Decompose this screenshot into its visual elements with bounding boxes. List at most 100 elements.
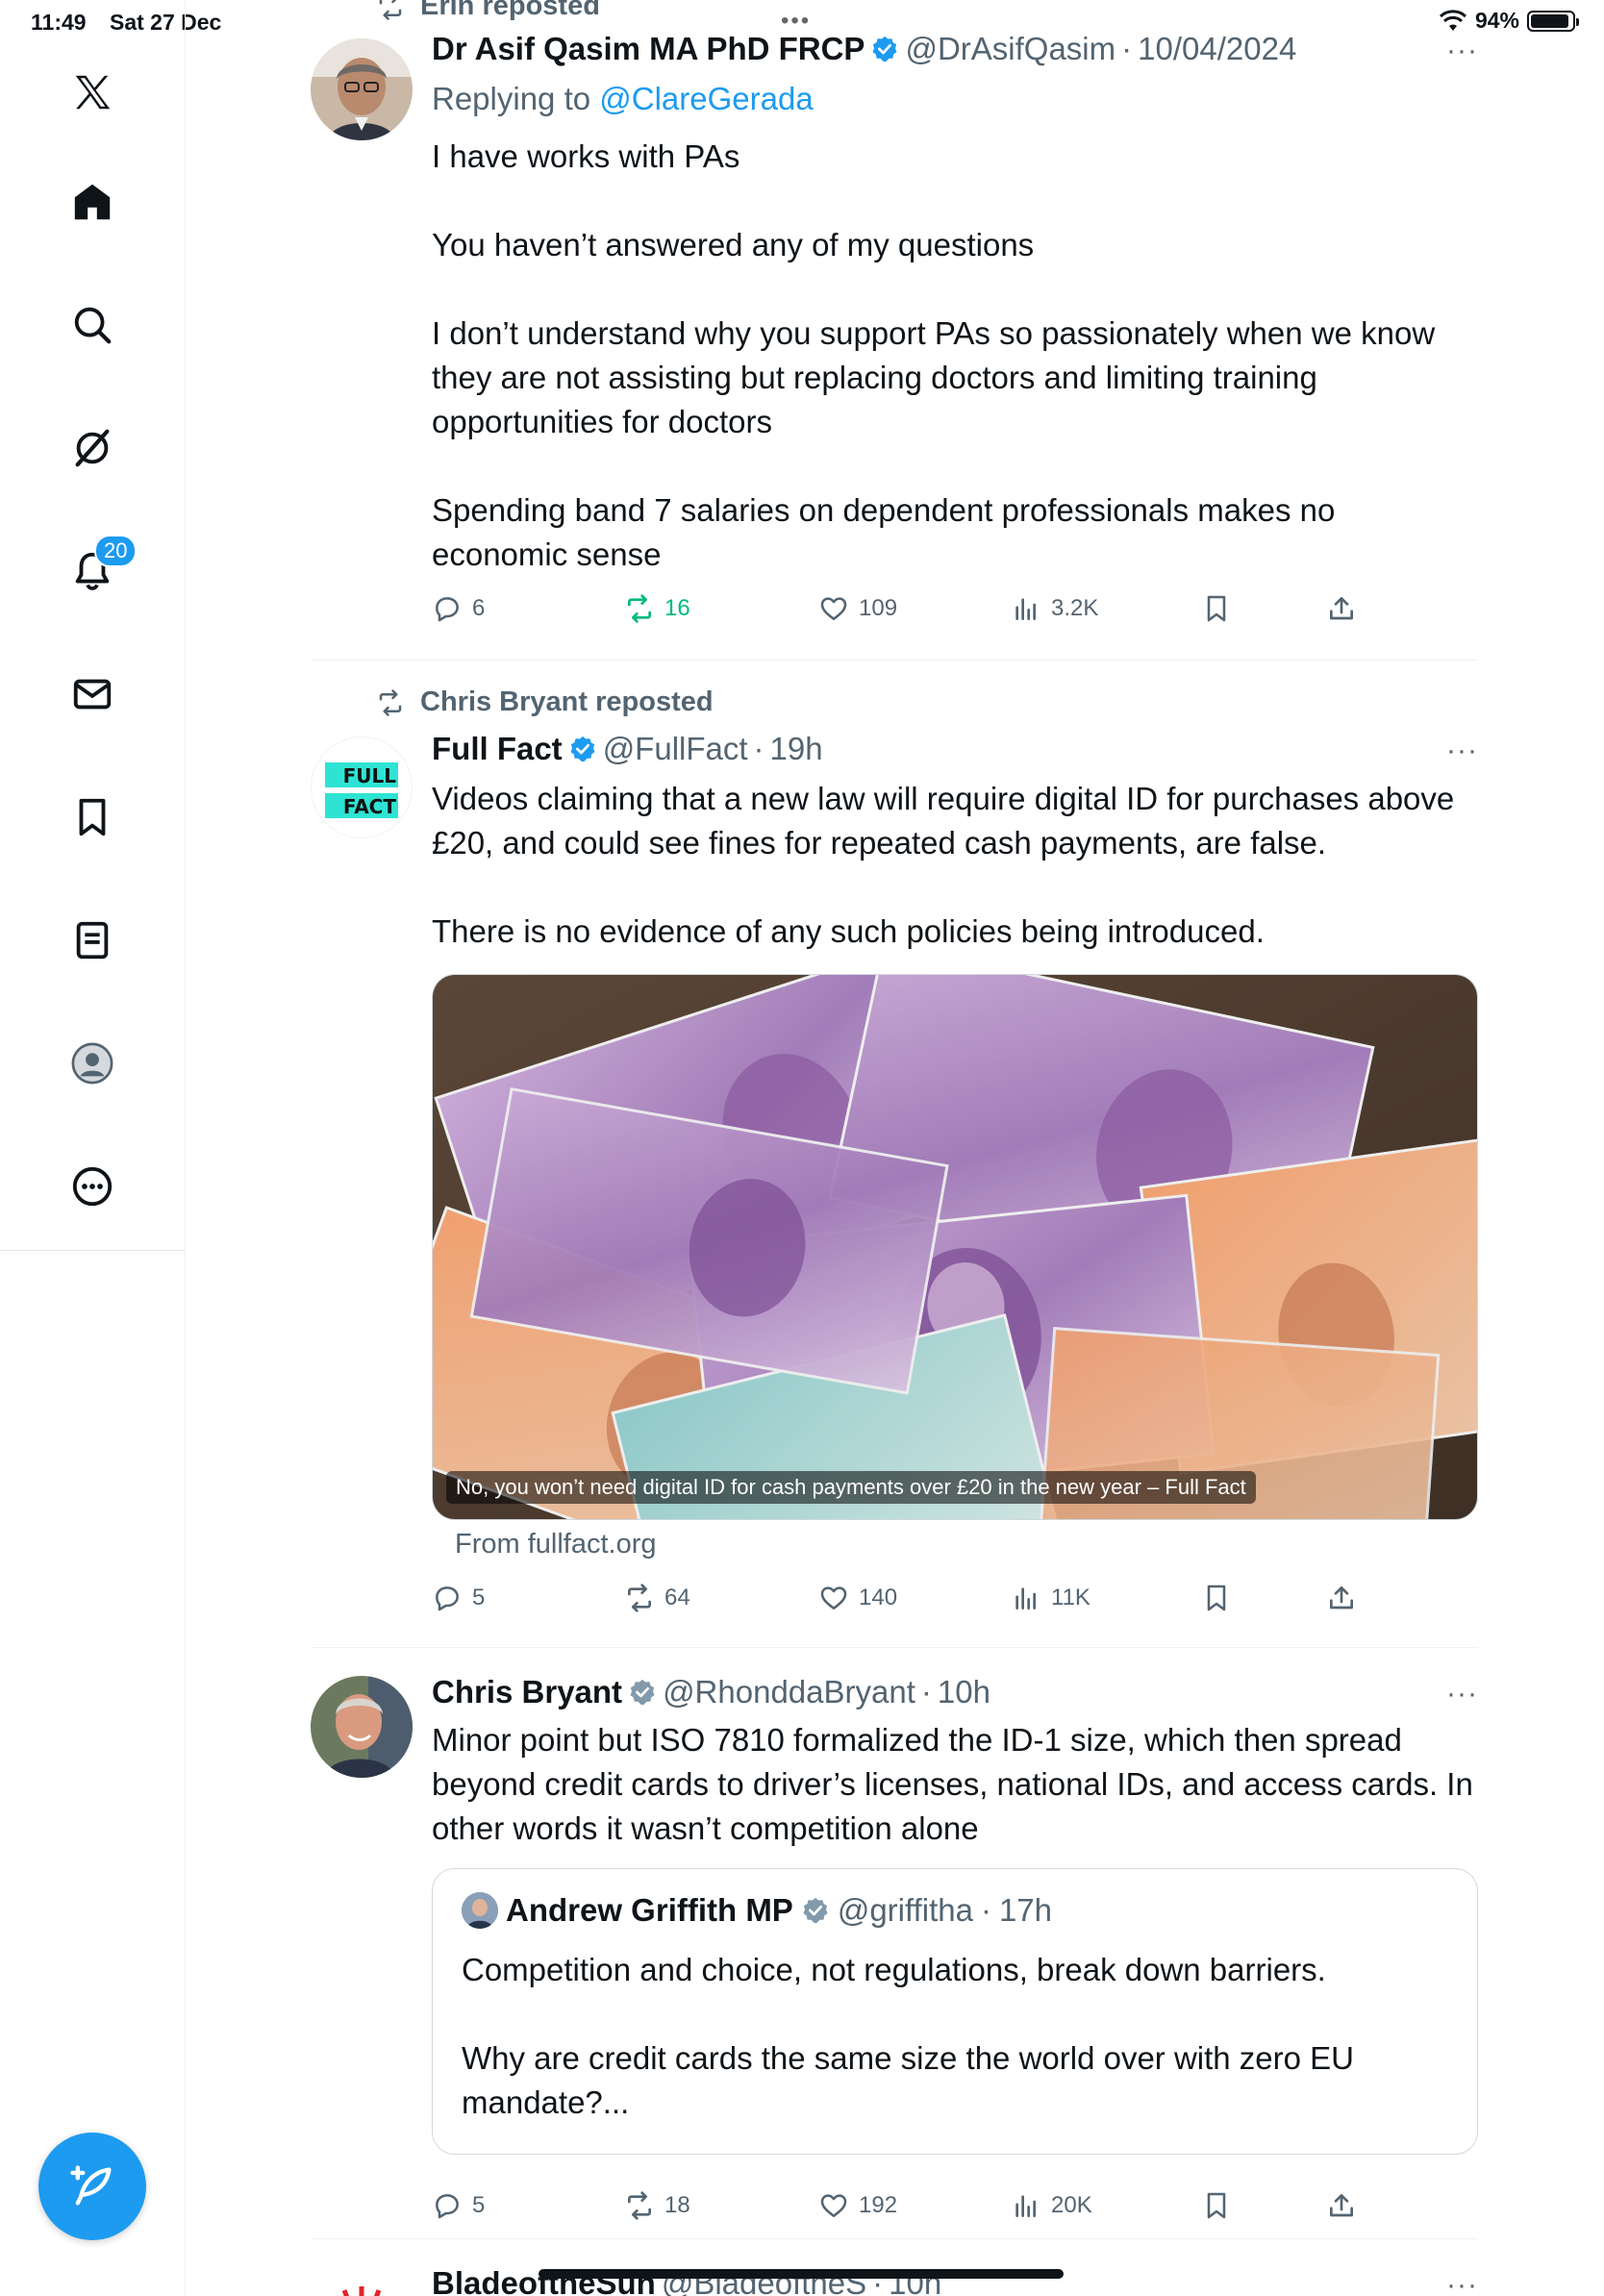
more-options-icon[interactable]: ···: [1446, 1678, 1478, 1710]
views-button[interactable]: 3.2K: [1011, 593, 1098, 624]
like-button[interactable]: 192: [818, 2190, 897, 2221]
home-icon[interactable]: [62, 171, 123, 233]
bookmark-button[interactable]: [1201, 593, 1232, 624]
views-chart-icon: [1015, 598, 1036, 620]
more-circle-icon[interactable]: [62, 1156, 123, 1217]
author-name[interactable]: Dr Asif Qasim MA PhD FRCP: [432, 31, 865, 67]
tweet-header: Full Fact @FullFact · 19h: [432, 731, 1478, 767]
bookmark-button[interactable]: [1201, 2190, 1232, 2221]
more-options-icon[interactable]: ···: [1446, 2269, 1478, 2296]
bookmark-icon: [1207, 1585, 1226, 1611]
tweet-divider: [311, 2238, 1478, 2239]
tweet-actions: 5 64 140 11K: [432, 1583, 1365, 1621]
quote-author-handle: @griffitha: [837, 1892, 973, 1928]
reply-icon: [436, 1586, 459, 1611]
tweet-time[interactable]: 19h: [770, 731, 823, 767]
bookmark-button[interactable]: [1201, 1583, 1232, 1613]
compose-button[interactable]: [38, 2133, 146, 2240]
quote-paragraph: Competition and choice, not regulations,…: [462, 1952, 1326, 1987]
more-options-icon[interactable]: ···: [1446, 35, 1478, 67]
media-caption: No, you won’t need digital ID for cash p…: [446, 1471, 1256, 1504]
avatar[interactable]: [311, 2267, 413, 2296]
reply-icon: [436, 597, 459, 622]
avatar[interactable]: FULL FACT: [311, 736, 413, 838]
link-source[interactable]: From fullfact.org: [455, 1529, 657, 1560]
repost-by[interactable]: Chris Bryant reposted: [420, 686, 714, 718]
repost-indicator: Erin reposted: [374, 0, 600, 22]
author-handle[interactable]: @FullFact: [603, 731, 748, 767]
quote-avatar: [462, 1892, 498, 1929]
replying-to-handle[interactable]: @ClareGerada: [599, 81, 813, 116]
reply-count: 5: [472, 2192, 486, 2218]
author-name[interactable]: Chris Bryant: [432, 1674, 622, 1710]
repost-button[interactable]: 18: [624, 2190, 690, 2221]
views-button[interactable]: 11K: [1011, 1583, 1090, 1613]
bookmark-icon[interactable]: [62, 786, 123, 848]
logo-text: FULL: [342, 764, 396, 787]
like-button[interactable]: 109: [818, 593, 897, 624]
repost-button[interactable]: 64: [624, 1583, 690, 1613]
more-options-icon[interactable]: ···: [1446, 735, 1478, 767]
author-name[interactable]: Full Fact: [432, 731, 563, 767]
author-handle[interactable]: @RhonddaBryant: [663, 1674, 915, 1710]
quoted-tweet[interactable]: Andrew Griffith MP @griffitha · 17h Comp…: [432, 1868, 1478, 2155]
share-button[interactable]: [1326, 593, 1357, 624]
quote-time: 17h: [998, 1892, 1053, 1928]
repost-indicator: Chris Bryant reposted: [374, 686, 714, 718]
avatar[interactable]: [311, 1676, 413, 1778]
views-button[interactable]: 20K: [1011, 2190, 1092, 2221]
heart-icon: [820, 597, 847, 620]
tweet-paragraph: I have works with PAs: [432, 138, 740, 174]
verified-badge-grey-icon: [803, 1897, 828, 1924]
separator-dot: ·: [1121, 31, 1133, 66]
repost-icon: [379, 0, 402, 20]
mail-icon[interactable]: [62, 663, 123, 725]
repost-icon: [628, 2191, 651, 2220]
repost-by[interactable]: Erin reposted: [420, 0, 600, 22]
link-card-image[interactable]: No, you won’t need digital ID for cash p…: [432, 974, 1478, 1520]
like-button[interactable]: 140: [818, 1583, 897, 1613]
share-button[interactable]: [1326, 2190, 1357, 2221]
tweet-time[interactable]: 10/04/2024: [1138, 31, 1296, 67]
share-icon: [1330, 2194, 1353, 2217]
profile-icon[interactable]: [62, 1033, 123, 1094]
verified-badge-icon: [872, 36, 897, 62]
bookmark-icon: [1207, 595, 1226, 622]
avatar[interactable]: [311, 38, 413, 140]
grok-icon[interactable]: [62, 417, 123, 479]
home-indicator[interactable]: [539, 2269, 1064, 2279]
sidebar: 20: [0, 0, 186, 2296]
tweet-header: Chris Bryant @RhonddaBryant · 10h: [432, 1674, 1478, 1710]
tweet-paragraph: Videos claiming that a new law will requ…: [432, 781, 1455, 861]
tweet-paragraph: Minor point but ISO 7810 formalized the …: [432, 1722, 1473, 1846]
separator-dot: ·: [753, 731, 764, 766]
logo-text: FACT: [342, 795, 396, 818]
list-icon[interactable]: [62, 910, 123, 971]
tweet-time[interactable]: 10h: [938, 1674, 990, 1710]
reply-button[interactable]: 5: [432, 1583, 485, 1613]
repost-button[interactable]: 16: [624, 593, 690, 624]
author-handle[interactable]: @DrAsifQasim: [905, 31, 1115, 67]
search-icon[interactable]: [62, 294, 123, 356]
views-count: 20K: [1051, 2192, 1092, 2218]
banknotes-photo: [433, 975, 1477, 1519]
heart-icon: [820, 1586, 847, 1610]
tweet-text: I have works with PAs You haven’t answer…: [432, 135, 1478, 577]
separator-dot: ·: [920, 1674, 932, 1710]
reply-button[interactable]: 6: [432, 593, 485, 624]
share-icon: [1330, 597, 1353, 620]
tweet-text: Videos claiming that a new law will requ…: [432, 777, 1478, 954]
tweet-paragraph: You haven’t answered any of my questions: [432, 227, 1035, 262]
tweet-paragraph: Spending band 7 salaries on dependent pr…: [432, 492, 1336, 572]
share-button[interactable]: [1326, 1583, 1357, 1613]
reply-count: 5: [472, 1585, 486, 1610]
tweet-header: Dr Asif Qasim MA PhD FRCP @DrAsifQasim ·…: [432, 31, 1478, 67]
repost-icon: [379, 688, 402, 716]
x-logo-icon[interactable]: [62, 62, 123, 123]
tweet-divider: [311, 660, 1478, 661]
tweet-paragraph: There is no evidence of any such policie…: [432, 913, 1265, 949]
bell-icon[interactable]: 20: [62, 535, 138, 602]
bookmark-icon: [1207, 2192, 1226, 2219]
reply-button[interactable]: 5: [432, 2190, 485, 2221]
views-count: 11K: [1051, 1585, 1090, 1610]
